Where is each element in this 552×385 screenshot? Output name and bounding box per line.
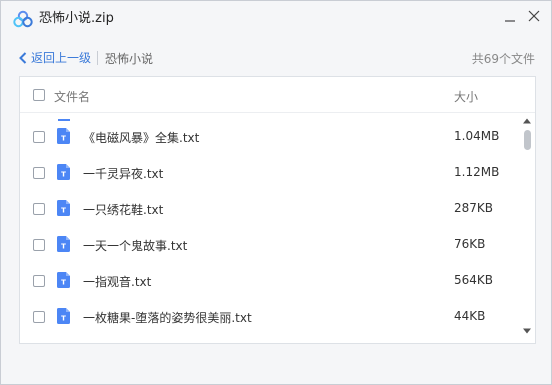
back-button[interactable]: 返回上一级	[19, 49, 91, 66]
table-row[interactable]: T 一千灵异夜.txt 1.12MB	[20, 155, 518, 191]
column-header-name[interactable]: 文件名	[54, 88, 90, 105]
window-title: 恐怖小说.zip	[39, 11, 114, 26]
text-file-icon: T	[57, 308, 70, 324]
back-label: 返回上一级	[31, 51, 92, 65]
file-size: 44KB	[454, 309, 486, 323]
table-row[interactable]: T 《电磁风暴》全集.txt 1.04MB	[20, 119, 518, 155]
text-file-icon: T	[57, 164, 70, 180]
table-row[interactable]: T 一天一个鬼故事.txt 76KB	[20, 227, 518, 263]
table-header: 文件名 大小	[20, 77, 535, 113]
file-size: 76KB	[454, 237, 486, 251]
file-name: 一只绣花鞋.txt	[83, 203, 164, 217]
vertical-scrollbar[interactable]	[519, 115, 535, 343]
file-name: 一枚糖果-堕落的姿势很美丽.txt	[83, 311, 252, 325]
select-all-checkbox[interactable]	[33, 89, 45, 101]
scroll-up-arrow-icon[interactable]	[522, 117, 532, 125]
row-checkbox[interactable]	[33, 311, 45, 323]
file-size: 1.12MB	[454, 165, 500, 179]
chevron-left-icon	[19, 51, 27, 64]
row-checkbox[interactable]	[33, 167, 45, 179]
file-size: 1.04MB	[454, 129, 500, 143]
archive-window: 恐怖小说.zip 返回上一级 恐怖小说 共69个文件 文件名 大小 T 《电磁风…	[0, 0, 552, 385]
scroll-thumb[interactable]	[524, 130, 531, 150]
file-name: 一千灵异夜.txt	[83, 167, 164, 181]
table-row[interactable]: T 一只绣花鞋.txt 287KB	[20, 191, 518, 227]
file-name: 一指观音.txt	[83, 275, 152, 289]
scroll-down-arrow-icon[interactable]	[522, 327, 532, 335]
file-name: 一天一个鬼故事.txt	[83, 239, 188, 253]
table-row[interactable]: T 一枚糖果-堕落的姿势很美丽.txt 44KB	[20, 299, 518, 335]
svg-text:T: T	[61, 279, 66, 287]
app-logo-icon	[13, 10, 33, 28]
text-file-icon: T	[57, 128, 70, 144]
svg-text:T: T	[61, 315, 66, 323]
minimize-button[interactable]	[497, 5, 523, 27]
close-icon	[528, 10, 540, 22]
file-list: T 《电磁风暴》全集.txt 1.04MB T 一千灵异夜.txt 1.12MB	[20, 113, 518, 343]
breadcrumb-current-folder: 恐怖小说	[105, 52, 154, 66]
text-file-icon: T	[57, 272, 70, 288]
file-list-panel: 文件名 大小 T 《电磁风暴》全集.txt 1.04MB T 一千灵异夜.txt…	[19, 76, 536, 344]
svg-text:T: T	[61, 207, 66, 215]
row-checkbox[interactable]	[33, 275, 45, 287]
table-row[interactable]: T 一指观音.txt 564KB	[20, 263, 518, 299]
text-file-icon: T	[57, 236, 70, 252]
file-count: 共69个文件	[471, 52, 535, 66]
row-checkbox[interactable]	[33, 239, 45, 251]
title-bar: 恐怖小说.zip	[1, 1, 551, 37]
row-checkbox[interactable]	[33, 203, 45, 215]
svg-text:T: T	[61, 243, 66, 251]
breadcrumb-divider	[97, 51, 98, 65]
close-button[interactable]	[521, 5, 547, 27]
column-header-size[interactable]: 大小	[454, 88, 478, 105]
breadcrumb: 返回上一级 恐怖小说 共69个文件	[1, 45, 551, 71]
svg-text:T: T	[61, 171, 66, 179]
file-size: 287KB	[454, 201, 494, 215]
file-size: 564KB	[454, 273, 494, 287]
row-checkbox[interactable]	[33, 131, 45, 143]
minimize-icon	[505, 20, 515, 22]
svg-text:T: T	[61, 135, 66, 143]
file-name: 《电磁风暴》全集.txt	[83, 131, 200, 145]
text-file-icon: T	[57, 200, 70, 216]
